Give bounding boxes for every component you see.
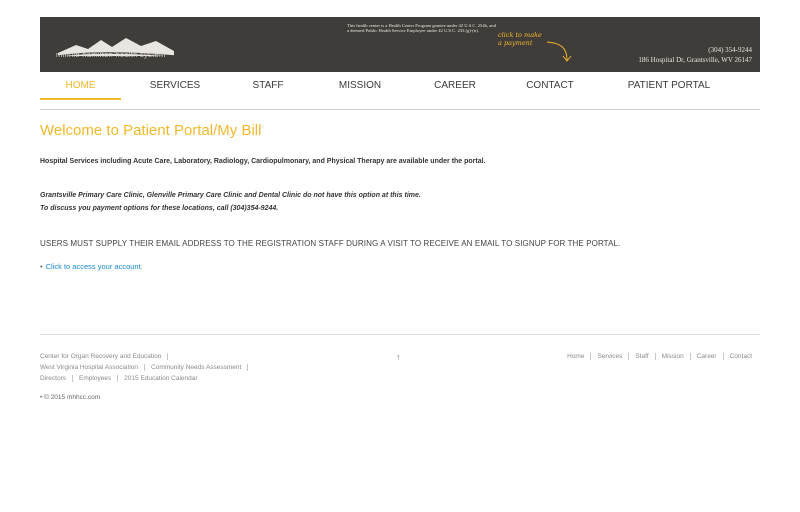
copyright: • © 2015 mhhcc.com [40, 394, 100, 401]
bullet-icon: • [40, 262, 43, 271]
clinics-notice: Grantsville Primary Care Clinic, Glenvil… [40, 189, 421, 215]
nav-home[interactable]: HOME [40, 80, 121, 100]
nav-services[interactable]: SERVICES [135, 80, 215, 100]
page-title: Welcome to Patient Portal/My Bill [40, 122, 262, 139]
grant-notice: This health center is a Health Center Pr… [347, 23, 496, 34]
payment-link[interactable]: click to make a payment [498, 31, 542, 47]
footer-nav-mission[interactable]: Mission [654, 353, 690, 360]
footer-links-row1: Center for Organ Recovery and Education [40, 353, 174, 360]
nav-staff[interactable]: STAFF [243, 80, 293, 100]
account-access-label[interactable]: Click to access your account. [46, 262, 143, 271]
footer-nav: Home Services Staff Mission Career Contact [561, 353, 758, 360]
curved-arrow-icon [546, 41, 572, 62]
footer-nav-services[interactable]: Services [590, 353, 629, 360]
footer-nav-career[interactable]: Career [689, 353, 723, 360]
header-phone: (304) 354-9244 [708, 46, 752, 54]
footer-link-core[interactable]: Center for Organ Recovery and Education [40, 353, 169, 360]
logo-text[interactable]: minnie hamilton health system [56, 50, 166, 59]
back-to-top-icon[interactable]: ↑ [396, 352, 401, 362]
nav-patient-portal[interactable]: PATIENT PORTAL [620, 80, 718, 100]
footer-link-community-needs[interactable]: Community Needs Assessment [151, 364, 249, 371]
clinics-notice-line2: To discuss you payment options for these… [40, 205, 279, 212]
nav-active-indicator [40, 98, 121, 100]
footer-link-education-calendar[interactable]: 2015 Education Calendar [124, 375, 203, 382]
email-notice: USERS MUST SUPPLY THEIR EMAIL ADDRESS TO… [40, 239, 621, 248]
footer-links-row3: Directors Employees 2015 Education Calenda… [40, 375, 210, 382]
services-text: Hospital Services including Acute Care, … [40, 158, 486, 165]
footer-divider [40, 334, 760, 335]
clinics-notice-line1: Grantsville Primary Care Clinic, Glenvil… [40, 192, 421, 199]
footer-links-row2: West Virginia Hospital Association Commun… [40, 364, 254, 371]
header-banner: minnie hamilton health system This healt… [40, 17, 760, 72]
nav-mission[interactable]: MISSION [330, 80, 390, 100]
main-nav: HOME SERVICES STAFF MISSION CAREER CONTA… [40, 72, 760, 110]
footer-nav-home[interactable]: Home [561, 353, 590, 360]
footer-link-employees[interactable]: Employees [79, 375, 119, 382]
header-address: 186 Hospital Dr, Grantsville, WV 26147 [638, 56, 752, 64]
nav-career[interactable]: CAREER [427, 80, 483, 100]
logo-mountains-icon[interactable] [56, 29, 176, 65]
footer-nav-contact[interactable]: Contact [722, 353, 758, 360]
payment-link-line2[interactable]: a payment [498, 39, 542, 47]
nav-contact[interactable]: CONTACT [520, 80, 580, 100]
footer-nav-staff[interactable]: Staff [628, 353, 655, 360]
account-access-link[interactable]: • Click to access your account. [40, 262, 143, 271]
payment-link-line1[interactable]: click to make [498, 31, 542, 39]
footer-link-directors[interactable]: Directors [40, 375, 74, 382]
footer-link-wvha[interactable]: West Virginia Hospital Association [40, 364, 146, 371]
copyright-text: © 2015 mhhcc.com [44, 394, 101, 401]
